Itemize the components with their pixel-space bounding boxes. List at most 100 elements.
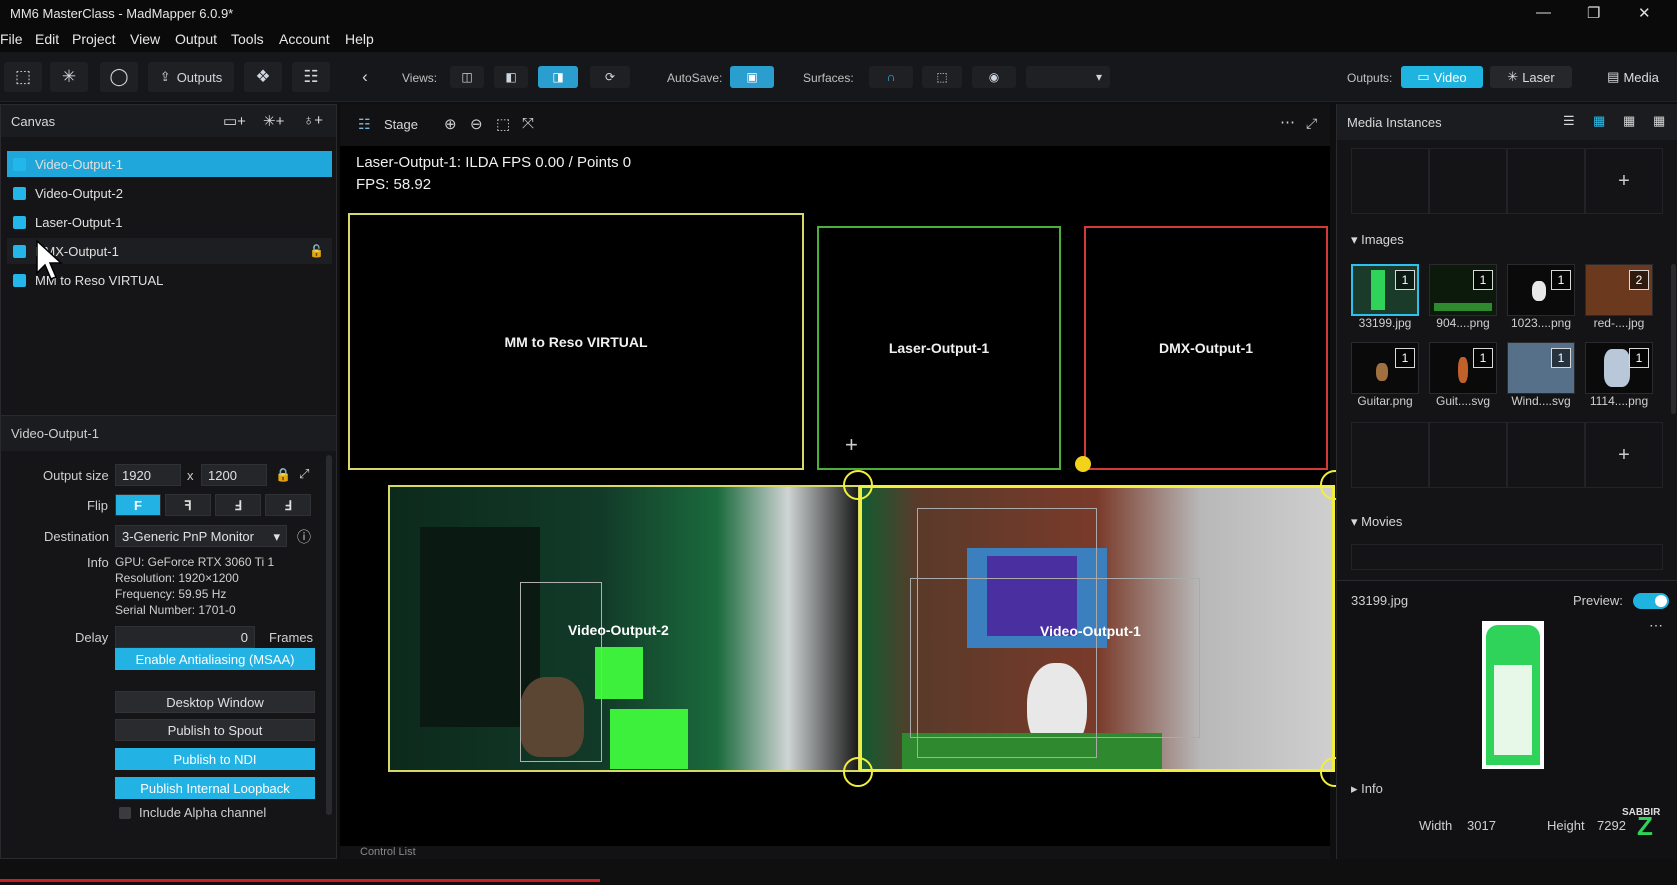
maximize-button[interactable]: ❐ (1587, 4, 1600, 22)
maximize-stage-icon[interactable]: ⤢ (1306, 115, 1317, 132)
output-video-1[interactable]: Video-Output-1 (859, 485, 1335, 772)
media-slot[interactable] (1429, 148, 1507, 214)
zoom-fit-icon[interactable]: ⬚ (496, 115, 510, 133)
add-laser-output-icon[interactable]: ✳+ (263, 112, 284, 130)
outputs-button[interactable]: ⇪ Outputs (148, 62, 234, 92)
media-slot[interactable] (1429, 422, 1507, 488)
add-media-icon[interactable]: + (1585, 148, 1663, 214)
properties-scrollbar[interactable] (326, 455, 332, 815)
delay-field[interactable]: 0 (115, 626, 255, 648)
magnet-icon[interactable]: ∩ (869, 66, 913, 88)
stage-tab[interactable]: Stage (384, 117, 418, 132)
media-scrollbar[interactable] (1671, 264, 1676, 414)
enable-antialiasing-button[interactable]: Enable Antialiasing (MSAA) (115, 648, 315, 670)
grid-view-icon[interactable]: ▦ (1593, 113, 1605, 129)
surface-dropdown[interactable]: ▾ (1026, 66, 1110, 88)
camera-icon[interactable]: ◉ (972, 66, 1016, 88)
lock-icon[interactable]: 🔓 (309, 244, 324, 258)
modules-icon[interactable]: ❖ (244, 62, 282, 92)
output-video-2[interactable]: Video-Output-2 (388, 485, 860, 772)
menu-project[interactable]: Project (72, 31, 116, 47)
flip-none-button[interactable]: F (115, 494, 161, 516)
corner-handle-tl[interactable] (843, 470, 873, 500)
destination-select[interactable]: 3-Generic PnP Monitor ▾ (115, 525, 287, 547)
close-button[interactable]: ✕ (1638, 4, 1651, 22)
layer-video-output-2[interactable]: Video-Output-2 (7, 180, 332, 206)
images-section[interactable]: ▾ Images (1351, 232, 1404, 248)
layer-video-output-1[interactable]: Video-Output-1 (7, 151, 332, 177)
layer-laser-output-1[interactable]: Laser-Output-1 (7, 209, 332, 235)
menu-account[interactable]: Account (279, 31, 330, 47)
refresh-icon[interactable]: ⟳ (590, 66, 630, 88)
media-slot[interactable] (1351, 148, 1429, 214)
zoom-in-icon[interactable]: ⊕ (444, 115, 457, 133)
menu-help[interactable]: Help (345, 31, 374, 47)
menu-view[interactable]: View (130, 31, 160, 47)
fullscreen-icon[interactable]: ⤧ (522, 115, 534, 132)
video-output-toggle[interactable]: ▭ Video (1401, 66, 1483, 88)
light-bulb-icon[interactable]: ◯ (100, 62, 138, 92)
info-section[interactable]: ▸ Info (1351, 781, 1383, 797)
media-thumb-904[interactable]: 1 904....png (1429, 264, 1497, 330)
minimize-button[interactable]: — (1536, 4, 1551, 21)
output-laser-1[interactable]: Laser-Output-1 + (817, 226, 1061, 470)
menu-output[interactable]: Output (175, 31, 217, 47)
output-width-field[interactable]: 1920 (115, 464, 181, 486)
media-thumb-33199[interactable]: 1 33199.jpg (1351, 264, 1419, 330)
media-thumb-1023[interactable]: 1 1023....png (1507, 264, 1575, 330)
publish-ndi-button[interactable]: Publish to NDI (115, 748, 315, 770)
grid-small-icon[interactable]: ▦ (1623, 113, 1635, 129)
add-video-output-icon[interactable]: ▭+ (223, 112, 246, 130)
chevron-left-icon[interactable]: ‹ (352, 62, 378, 92)
movies-section[interactable]: ▾ Movies (1351, 514, 1402, 530)
crosshair-icon: + (845, 432, 858, 457)
output-mm-to-reso-virtual[interactable]: MM to Reso VIRTUAL (348, 213, 804, 470)
control-list-tab[interactable]: Control List (360, 846, 416, 858)
media-thumb-1114[interactable]: 1 1114....png (1585, 342, 1653, 408)
media-button[interactable]: ▤ Media (1593, 66, 1673, 88)
media-slot[interactable] (1507, 422, 1585, 488)
settings-sliders-icon[interactable]: ☷ (292, 62, 330, 92)
view-layout-3-icon[interactable]: ◨ (538, 66, 578, 88)
menu-file[interactable]: File (0, 31, 23, 47)
preview-toggle[interactable] (1633, 593, 1669, 609)
media-thumb-guitar-png[interactable]: 1 Guitar.png (1351, 342, 1419, 408)
alpha-checkbox[interactable] (119, 807, 131, 819)
flip-both-button[interactable]: Ⅎ (265, 494, 311, 516)
movies-slots[interactable] (1351, 544, 1663, 570)
add-image-icon[interactable]: + (1585, 422, 1663, 488)
desktop-window-button[interactable]: Desktop Window (115, 691, 315, 713)
autosave-label: AutoSave: (667, 71, 723, 85)
media-thumb-red[interactable]: 2 red-....jpg (1585, 264, 1653, 330)
transform-icon[interactable]: ⬚ (922, 66, 962, 88)
more-options-icon[interactable]: ⋯ (1280, 113, 1295, 131)
output-height-field[interactable]: 1200 (201, 464, 267, 486)
info-circle-icon[interactable]: ⓘ (297, 527, 311, 547)
media-slot[interactable] (1351, 422, 1429, 488)
publish-loopback-button[interactable]: Publish Internal Loopback (115, 777, 315, 799)
surface-tool-icon[interactable]: ⬚ (4, 62, 42, 92)
flip-horizontal-button[interactable]: ꟻ (165, 494, 211, 516)
save-icon[interactable]: ▣ (730, 66, 774, 88)
aspect-lock-icon[interactable]: 🔒 (275, 467, 291, 483)
menu-edit[interactable]: Edit (35, 31, 59, 47)
list-view-icon[interactable]: ☰ (1563, 113, 1575, 129)
laser-tool-icon[interactable]: ✳ (50, 62, 88, 92)
anchor-handle[interactable] (1075, 456, 1091, 472)
grid-large-icon[interactable]: ▦ (1653, 113, 1665, 129)
media-thumb-guitar-svg[interactable]: 1 Guit....svg (1429, 342, 1497, 408)
add-dmx-output-icon[interactable]: ♁+ (303, 112, 323, 129)
zoom-out-icon[interactable]: ⊖ (470, 115, 483, 133)
view-layout-2-icon[interactable]: ◧ (494, 66, 528, 88)
more-options-icon[interactable]: ⋯ (1649, 617, 1663, 634)
output-dmx-1[interactable]: DMX-Output-1 (1084, 226, 1328, 470)
flip-vertical-button[interactable]: Ⅎ (215, 494, 261, 516)
laser-output-toggle[interactable]: ✳ Laser (1490, 66, 1572, 88)
media-thumb-window-svg[interactable]: 1 Wind....svg (1507, 342, 1575, 408)
expand-icon[interactable]: ⤢ (299, 466, 309, 482)
menu-tools[interactable]: Tools (231, 31, 264, 47)
media-slot[interactable] (1507, 148, 1585, 214)
corner-handle-bl[interactable] (843, 757, 873, 787)
view-layout-1-icon[interactable]: ◫ (450, 66, 484, 88)
publish-spout-button[interactable]: Publish to Spout (115, 719, 315, 741)
